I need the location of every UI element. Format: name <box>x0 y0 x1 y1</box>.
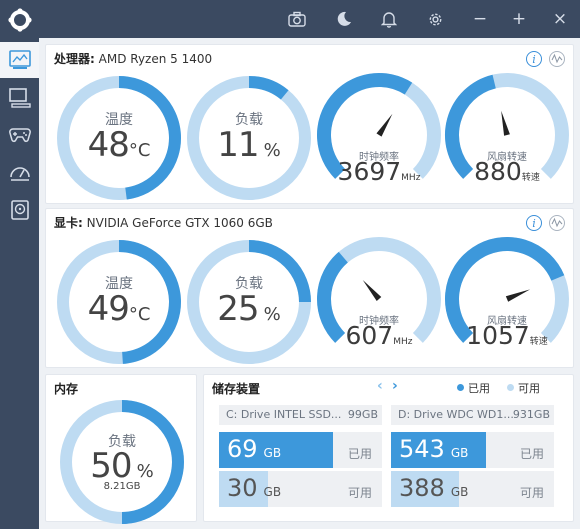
drive-c-free-label: 可用 <box>347 486 372 500</box>
drive-c-size: 99GB <box>347 408 378 421</box>
legend-free-label: 可用 <box>518 382 540 395</box>
drive-d-header[interactable]: D: Drive WDC WD1... 931GB <box>391 405 554 425</box>
prev-arrow-icon[interactable]: ‹ <box>377 378 383 394</box>
cpu-temp-value: 48°C <box>87 125 151 165</box>
drive-d-free-value: 388 GB <box>399 474 469 502</box>
drive-d-free-bar: 388 GB 可用 <box>391 471 554 507</box>
gpu-clock-value: 607MHz <box>345 321 413 350</box>
cpu-info-icon[interactable]: i <box>526 51 542 67</box>
cpu-name: AMD Ryzen 5 1400 <box>98 52 213 66</box>
cpu-load-value: 11 % <box>217 125 281 165</box>
speed-icon <box>9 167 30 181</box>
sidebar-item-speed[interactable] <box>0 154 39 190</box>
gpu-clock-needle <box>362 279 382 301</box>
main-panel: 处理器: AMD Ryzen 5 1400 i 温度 48°C 负载 11 % … <box>39 38 580 529</box>
pc-icon <box>8 88 31 108</box>
drive-d-free-label: 可用 <box>519 486 544 500</box>
gpu-fan-needle <box>505 289 531 302</box>
cpu-wave-icon[interactable] <box>549 51 565 67</box>
drive-d-used-value: 543 GB <box>399 435 469 463</box>
drive-c-free-value: 30 GB <box>227 474 282 502</box>
drive-c-used-bar: 69 GB 已用 <box>219 432 382 468</box>
cpu-prefix: 处理器: <box>54 52 95 66</box>
gpu-wave-icon[interactable] <box>549 215 565 231</box>
drive-c-used-label: 已用 <box>347 447 372 461</box>
drive-c-header[interactable]: C: Drive INTEL SSD... 99GB <box>219 405 382 425</box>
gpu-load-value: 25 % <box>217 289 281 329</box>
gpu-fan-value: 1057转速 <box>466 321 548 350</box>
dashboard-icon <box>8 50 31 69</box>
memory-card: 内存 负载 50 % 8.21GB <box>45 374 197 524</box>
gpu-title: 显卡: NVIDIA GeForce GTX 1060 6GB <box>54 214 273 231</box>
memory-value: 50 % <box>90 446 154 486</box>
drive-d-used-label: 已用 <box>519 447 544 461</box>
cpu-clock-value: 3697MHz <box>337 157 421 186</box>
cpu-fan-needle <box>501 110 510 136</box>
sidebar-item-game[interactable] <box>0 116 39 152</box>
app-logo-icon <box>8 8 32 32</box>
cpu-fan-value: 880转速 <box>474 157 540 186</box>
memory-title: 内存 <box>54 382 79 396</box>
legend-used-dot <box>457 384 464 391</box>
memory-sub: 8.21GB <box>103 481 141 492</box>
gpu-prefix: 显卡: <box>54 216 83 230</box>
sidebar-item-disk[interactable] <box>0 192 39 228</box>
drive-c-free-bar: 30 GB 可用 <box>219 471 382 507</box>
next-arrow-icon[interactable]: › <box>392 378 398 394</box>
cpu-card: 处理器: AMD Ryzen 5 1400 i 温度 48°C 负载 11 % … <box>45 44 574 204</box>
cpu-load-arc <box>248 76 289 100</box>
moon-icon[interactable] <box>335 10 353 28</box>
maximize-icon[interactable]: + <box>510 10 528 28</box>
bell-icon[interactable] <box>380 10 398 28</box>
storage-card: 储存装置 ‹ › 已用 可用 C: Drive INTEL SSD... 99G… <box>203 374 574 522</box>
drive-d-name: D: Drive WDC WD1... <box>398 408 514 421</box>
gear-icon[interactable] <box>426 10 444 28</box>
drive-d-used-bar: 543 GB 已用 <box>391 432 554 468</box>
gpu-card: 显卡: NVIDIA GeForce GTX 1060 6GB i 温度 49°… <box>45 208 574 368</box>
disk-icon <box>10 200 29 220</box>
sidebar <box>0 38 39 529</box>
legend-free-dot <box>507 384 514 391</box>
cpu-clock-needle <box>376 113 393 137</box>
storage-title: 储存装置 <box>212 382 261 396</box>
gpu-info-icon[interactable]: i <box>526 215 542 231</box>
close-icon[interactable]: × <box>551 10 569 28</box>
cpu-title: 处理器: AMD Ryzen 5 1400 <box>54 50 212 67</box>
gpu-name: NVIDIA GeForce GTX 1060 6GB <box>86 216 273 230</box>
drive-c-used-value: 69 GB <box>227 435 282 463</box>
sidebar-item-pc[interactable] <box>0 80 39 116</box>
drive-c-name: C: Drive INTEL SSD... <box>226 408 342 421</box>
title-bar: − + × <box>0 0 580 38</box>
sidebar-item-dashboard[interactable] <box>0 42 39 78</box>
gpu-temp-value: 49°C <box>87 289 151 329</box>
gamepad-icon <box>8 128 31 143</box>
drive-d-size: 931GB <box>512 408 550 421</box>
minimize-icon[interactable]: − <box>471 10 489 28</box>
camera-icon[interactable] <box>288 10 306 28</box>
legend-used-label: 已用 <box>468 382 490 395</box>
